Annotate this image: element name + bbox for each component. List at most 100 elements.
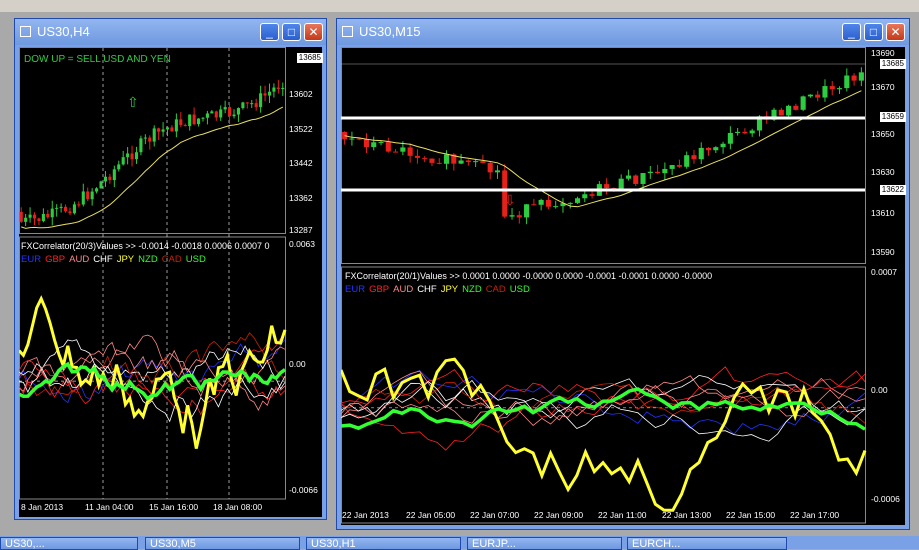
- candle-body: [272, 87, 276, 92]
- candle-body: [604, 184, 610, 188]
- minimize-button[interactable]: _: [260, 23, 279, 41]
- candle-body: [829, 86, 835, 90]
- candle-body: [487, 162, 493, 173]
- candle-body: [72, 204, 76, 214]
- candle-body: [684, 155, 690, 167]
- candle-body: [19, 212, 23, 222]
- legend-eur: EUR: [345, 284, 366, 295]
- legend-nzd: NZD: [462, 284, 482, 295]
- chart-canvas: [19, 47, 287, 500]
- candle-body: [108, 176, 112, 181]
- window-titlebar[interactable]: US30,M15 _ □ ✕: [337, 19, 909, 45]
- candle-body: [179, 119, 183, 125]
- candle-body: [281, 87, 285, 89]
- candle-body: [858, 72, 864, 81]
- price-tick: 13287: [289, 225, 313, 235]
- candle-body: [263, 93, 267, 96]
- close-button[interactable]: ✕: [886, 23, 905, 41]
- minimized-window[interactable]: US30,M5: [145, 537, 300, 550]
- legend-nzd: NZD: [138, 254, 158, 265]
- price-tick: 13522: [289, 124, 313, 134]
- minimized-window[interactable]: US30,H1: [306, 537, 461, 550]
- legend-eur: EUR: [21, 254, 42, 265]
- candle-body: [121, 157, 125, 165]
- candle-body: [509, 215, 515, 217]
- chart-area[interactable]: ⇩ 13685 13659 13622 13690 13670 13650 13…: [341, 47, 906, 525]
- close-button[interactable]: ✕: [304, 23, 323, 41]
- top-toolbar-strip: [0, 0, 919, 12]
- price-tick: 13630: [871, 167, 895, 177]
- candle-body: [807, 94, 813, 97]
- candle-body: [429, 158, 435, 163]
- indicator-tick: -0.0006: [871, 494, 900, 504]
- candle-body: [400, 147, 406, 152]
- level-price-label: 13659: [879, 112, 906, 122]
- maximize-button[interactable]: □: [864, 23, 883, 41]
- candle-body: [589, 194, 595, 196]
- indicator-tick: -0.0066: [289, 485, 318, 495]
- candle-body: [494, 170, 501, 173]
- minimized-window[interactable]: EURCH...: [627, 537, 787, 550]
- candle-body: [553, 206, 559, 208]
- chart-annotation: DOW UP = SELL USD AND YEN: [24, 54, 171, 65]
- date-tick: 11 Jan 04:00: [85, 502, 134, 512]
- maximize-button[interactable]: □: [282, 23, 301, 41]
- candle-body: [55, 207, 59, 209]
- indicator-tick: 0.00: [871, 385, 888, 395]
- candle-body: [267, 91, 272, 96]
- window-title: US30,H4: [37, 24, 90, 39]
- price-tick: 13602: [289, 89, 313, 99]
- minimized-window[interactable]: US30,...: [0, 537, 138, 550]
- candle-body: [232, 114, 236, 117]
- candle-body: [245, 102, 249, 104]
- minimize-button[interactable]: _: [842, 23, 861, 41]
- candle-body: [458, 160, 464, 164]
- candle-body: [210, 111, 214, 114]
- chart-window-us30-h4[interactable]: US30,H4 _ □ ✕ DOW UP = SELL USD AND YEN …: [14, 18, 327, 520]
- candle-body: [647, 171, 653, 174]
- indicator-tick: 0.0063: [289, 239, 315, 249]
- candle-body: [134, 152, 139, 160]
- candle-body: [662, 168, 668, 174]
- candle-body: [161, 129, 165, 132]
- price-tick: 13690: [871, 48, 895, 58]
- price-tick: 13442: [289, 158, 313, 168]
- date-tick: 22 Jan 11:00: [598, 510, 647, 520]
- legend-chf: CHF: [93, 254, 113, 265]
- legend-aud: AUD: [69, 254, 90, 265]
- candle-body: [236, 108, 241, 115]
- candle-body: [28, 214, 32, 218]
- minimized-window[interactable]: EURJP...: [467, 537, 622, 550]
- candle-body: [174, 119, 178, 132]
- candle-body: [465, 160, 471, 162]
- candle-body: [851, 75, 857, 81]
- candle-body: [276, 87, 280, 89]
- candle-body: [214, 111, 218, 118]
- candle-body: [148, 137, 152, 142]
- candle-body: [241, 102, 245, 109]
- candle-body: [371, 142, 377, 148]
- candle-body: [37, 218, 41, 221]
- gbp-line: [341, 366, 866, 451]
- candle-body: [254, 103, 258, 108]
- candle-body: [41, 213, 45, 221]
- candle-body: [836, 88, 843, 90]
- legend-usd: USD: [185, 254, 206, 265]
- chart-area[interactable]: DOW UP = SELL USD AND YEN ⇧ 13685 13602 …: [19, 47, 323, 517]
- window-titlebar[interactable]: US30,H4 _ □ ✕: [15, 19, 326, 45]
- legend-usd: USD: [509, 284, 530, 295]
- candle-body: [473, 161, 479, 163]
- legend-gbp: GBP: [369, 284, 390, 295]
- price-panel-frame: [19, 47, 286, 234]
- candle-body: [691, 155, 697, 160]
- price-tick: 13670: [871, 82, 895, 92]
- candle-body: [90, 191, 94, 200]
- level-price-label: 13622: [879, 185, 906, 195]
- chart-window-us30-m15[interactable]: US30,M15 _ □ ✕ ⇩ 13685 13659 13622 13690…: [336, 18, 910, 530]
- up-arrow-icon: ⇧: [127, 94, 139, 110]
- candle-body: [196, 118, 201, 125]
- indicator-label: FXCorrelator(20/1)Values >> 0.0001 0.000…: [345, 271, 713, 281]
- candle-body: [538, 199, 544, 205]
- candle-body: [633, 175, 639, 184]
- candle-body: [228, 107, 232, 117]
